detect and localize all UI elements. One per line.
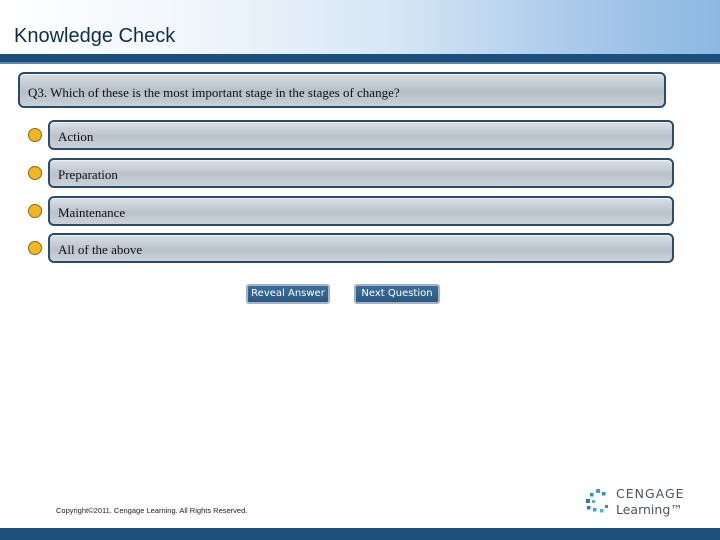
- option-label: Maintenance: [58, 205, 126, 220]
- option-all-of-the-above[interactable]: All of the above: [28, 233, 676, 263]
- cengage-logo-icon: [586, 489, 608, 513]
- option-label: All of the above: [58, 242, 143, 257]
- copyright-text: Copyright©2011. Cengage Learning. All Ri…: [56, 506, 248, 515]
- option-box[interactable]: All of the above: [48, 233, 674, 263]
- footer-bar: [0, 528, 720, 540]
- option-bullet-icon[interactable]: [28, 241, 42, 255]
- option-preparation[interactable]: Preparation: [28, 158, 676, 188]
- option-bullet-icon[interactable]: [28, 128, 42, 142]
- header-divider: [0, 62, 720, 64]
- option-label: Preparation: [58, 167, 118, 182]
- option-action[interactable]: Action: [28, 120, 676, 150]
- header-bar: [0, 54, 720, 62]
- option-bullet-icon[interactable]: [28, 166, 42, 180]
- question-text: Q3. Which of these is the most important…: [28, 85, 400, 100]
- next-question-button[interactable]: Next Question: [354, 284, 440, 304]
- option-box[interactable]: Maintenance: [48, 196, 674, 226]
- option-maintenance[interactable]: Maintenance: [28, 196, 676, 226]
- page-title: Knowledge Check: [14, 25, 176, 47]
- question-box: Q3. Which of these is the most important…: [18, 72, 666, 108]
- option-box[interactable]: Preparation: [48, 158, 674, 188]
- logo-wordmark-line1: CENGAGE: [616, 486, 685, 501]
- option-label: Action: [58, 129, 94, 144]
- header: Knowledge Check: [0, 0, 720, 54]
- cengage-logo: CENGAGE Learning™: [584, 486, 694, 520]
- reveal-answer-button[interactable]: Reveal Answer: [246, 284, 330, 304]
- logo-wordmark-line2: Learning™: [616, 502, 683, 517]
- option-bullet-icon[interactable]: [28, 204, 42, 218]
- option-box[interactable]: Action: [48, 120, 674, 150]
